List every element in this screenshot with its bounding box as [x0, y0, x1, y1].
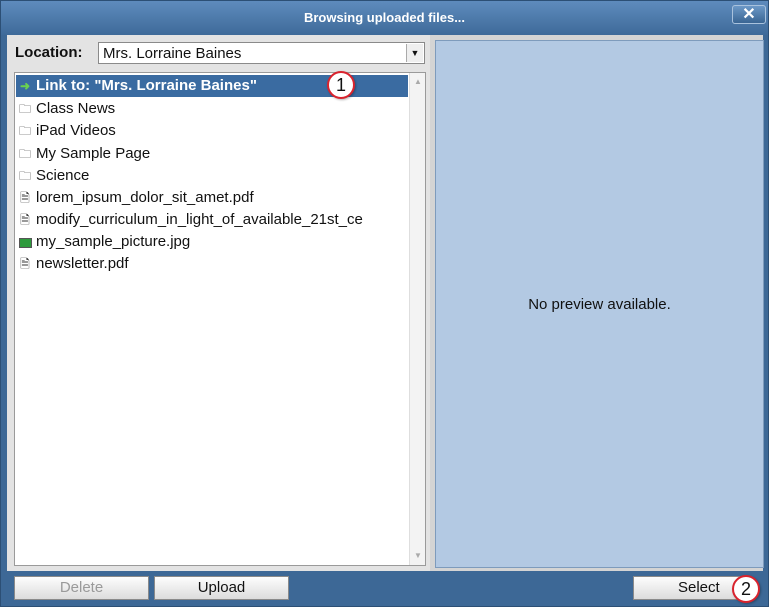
list-item-label: My Sample Page — [36, 145, 151, 162]
close-button[interactable]: ✕ — [732, 5, 766, 24]
location-dropdown[interactable]: Mrs. Lorraine Baines ▼ — [98, 42, 425, 64]
list-item-folder[interactable]: 🗀 Science — [18, 165, 89, 187]
dialog-footer: Delete Upload Select 2 — [1, 571, 768, 606]
folder-icon: 🗀 — [18, 169, 31, 183]
list-item-folder[interactable]: 🗀 iPad Videos — [18, 120, 116, 142]
location-value: Mrs. Lorraine Baines — [103, 45, 242, 62]
image-icon — [18, 231, 32, 253]
annotation-badge-2: 2 — [732, 575, 760, 603]
arrow-right-icon: ➜ — [19, 79, 31, 93]
preview-message: No preview available. — [528, 296, 671, 313]
document-icon: 🗎 — [20, 191, 30, 205]
list-item-label: lorem_ipsum_dolor_sit_amet.pdf — [36, 189, 254, 206]
list-item-label: modify_curriculum_in_light_of_available_… — [36, 211, 363, 228]
list-item-file[interactable]: my_sample_picture.jpg — [18, 231, 190, 253]
folder-icon: 🗀 — [18, 147, 31, 161]
upload-button[interactable]: Upload — [154, 576, 289, 600]
title-bar: Browsing uploaded files... ✕ — [1, 1, 768, 35]
list-item-file[interactable]: 🗎 modify_curriculum_in_light_of_available… — [18, 209, 363, 231]
location-label: Location: — [15, 44, 83, 61]
list-item-label: Link to: "Mrs. Lorraine Baines" — [36, 77, 257, 94]
list-item-label: my_sample_picture.jpg — [36, 233, 191, 250]
list-item-label: iPad Videos — [36, 122, 116, 139]
list-item-folder[interactable]: 🗀 Class News — [18, 98, 115, 120]
dialog-title: Browsing uploaded files... — [303, 10, 466, 25]
list-item-file[interactable]: 🗎 newsletter.pdf — [18, 253, 129, 275]
dialog-content: Location: Mrs. Lorraine Baines ▼ ➜ Link t… — [7, 35, 764, 571]
document-icon: 🗎 — [20, 213, 30, 227]
list-item-file[interactable]: 🗎 lorem_ipsum_dolor_sit_amet.pdf — [18, 187, 254, 209]
list-item-label: Science — [36, 167, 90, 184]
annotation-badge-1: 1 — [327, 71, 355, 99]
chevron-down-icon[interactable]: ▼ — [406, 44, 423, 62]
select-button[interactable]: Select — [633, 576, 743, 600]
file-panel: Location: Mrs. Lorraine Baines ▼ ➜ Link t… — [7, 35, 430, 571]
scroll-down-icon[interactable]: ▼ — [410, 549, 425, 563]
file-list: ➜ Link to: "Mrs. Lorraine Baines" 🗀 Class … — [14, 72, 426, 566]
file-list-scrollbar[interactable]: ▲ ▼ — [409, 73, 425, 565]
document-icon: 🗎 — [20, 257, 30, 271]
file-browser-dialog: Browsing uploaded files... ✕ Location: M… — [0, 0, 769, 607]
preview-pane: No preview available. — [435, 40, 764, 568]
list-item-folder[interactable]: 🗀 My Sample Page — [18, 143, 150, 165]
list-item-label: newsletter.pdf — [36, 255, 129, 272]
delete-button[interactable]: Delete — [14, 576, 149, 600]
scroll-up-icon[interactable]: ▲ — [410, 75, 425, 89]
folder-icon: 🗀 — [18, 102, 31, 116]
folder-icon: 🗀 — [18, 124, 31, 138]
list-item-label: Class News — [36, 100, 116, 117]
